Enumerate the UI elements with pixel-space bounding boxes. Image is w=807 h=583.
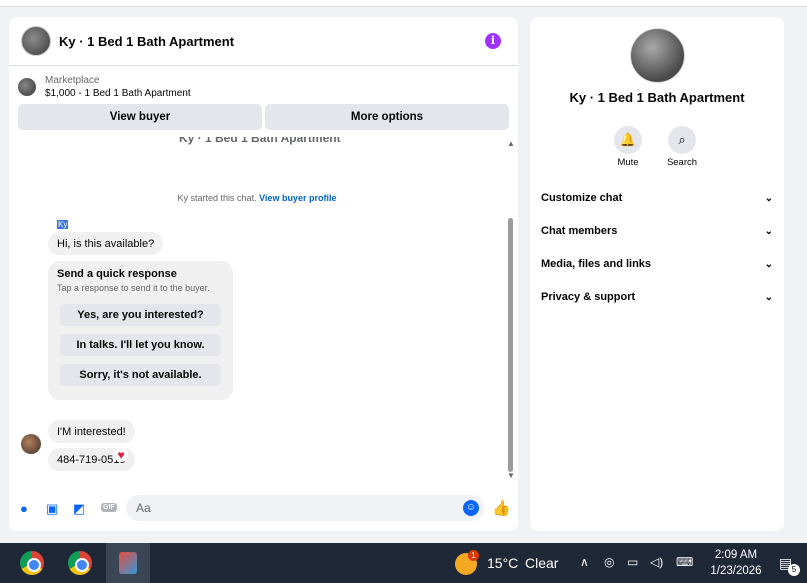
sender-avatar[interactable] <box>21 434 41 454</box>
chevron-down-icon: ⌄ <box>764 291 773 303</box>
message-scrollbar[interactable]: ▲ ▼ <box>506 139 516 480</box>
row-label: Customize chat <box>541 192 623 204</box>
scroll-thumb[interactable] <box>508 218 513 472</box>
meet-now-icon[interactable]: ◎ <box>604 555 614 569</box>
volume-icon[interactable]: ◁) <box>650 555 663 569</box>
chat-avatar[interactable] <box>21 26 51 56</box>
listing-summary[interactable]: Marketplace $1,000 - 1 Bed 1 Bath Apartm… <box>18 74 191 100</box>
message-bubble: I'M interested! <box>48 420 135 443</box>
search-label: Search <box>666 157 698 168</box>
chat-details-panel: Ky · 1 Bed 1 Bath Apartment 🔔 Mute ⌕ Sea… <box>530 17 784 531</box>
listing-thumbnail <box>18 78 36 96</box>
bell-icon: 🔔 <box>614 126 642 154</box>
row-label: Media, files and links <box>541 258 652 270</box>
taskbar-chrome-2[interactable] <box>58 543 102 583</box>
keyboard-icon[interactable]: ⌨ <box>676 555 693 569</box>
quick-response-option[interactable]: Sorry, it's not available. <box>60 364 221 386</box>
browser-top-edge <box>0 0 807 7</box>
row-label: Chat members <box>541 225 618 237</box>
media-files-links-row[interactable]: Media, files and links ⌄ <box>541 254 773 274</box>
weather-condition[interactable]: Clear <box>525 555 558 571</box>
quick-response-option[interactable]: In talks. I'll let you know. <box>60 334 221 356</box>
chat-panel: Ky · 1 Bed 1 Bath Apartment i Marketplac… <box>9 17 518 531</box>
message-bubble: Hi, is this available? <box>48 232 164 255</box>
clock-date: 1/23/2026 <box>710 565 762 577</box>
chat-members-row[interactable]: Chat members ⌄ <box>541 221 773 241</box>
sender-name: Ky <box>57 220 69 229</box>
system-message: Ky started this chat. View buyer profile <box>9 193 505 203</box>
notification-count: 5 <box>788 564 800 576</box>
details-title: Ky · 1 Bed 1 Bath Apartment <box>569 90 745 105</box>
temperature[interactable]: 15°C <box>487 555 518 571</box>
mute-label: Mute <box>617 157 639 168</box>
quick-response-title: Send a quick response <box>57 268 177 280</box>
emoji-icon[interactable]: ☺ <box>463 500 479 516</box>
listing-value: $1,000 - 1 Bed 1 Bath Apartment <box>45 88 191 99</box>
clock-time: 2:09 AM <box>714 549 758 561</box>
message-input[interactable]: Aa <box>126 495 484 521</box>
listing-label: Marketplace <box>45 75 100 86</box>
scroll-down-arrow-icon[interactable]: ▼ <box>507 471 515 480</box>
quick-response-option[interactable]: Yes, are you interested? <box>60 304 221 326</box>
app-icon <box>119 552 137 574</box>
view-buyer-button[interactable]: View buyer <box>18 104 262 130</box>
show-hidden-icons-icon[interactable]: ∧ <box>580 555 589 569</box>
quick-response-card: Send a quick response Tap a response to … <box>48 261 233 400</box>
more-options-button[interactable]: More options <box>265 104 509 130</box>
customize-chat-row[interactable]: Customize chat ⌄ <box>541 188 773 208</box>
gif-icon[interactable]: GIF <box>101 503 117 512</box>
chevron-down-icon: ⌄ <box>764 192 773 204</box>
taskbar-chrome-1[interactable] <box>10 543 54 583</box>
chevron-down-icon: ⌄ <box>764 225 773 237</box>
conversation-title-partial: Ky · 1 Bed 1 Bath Apartment <box>179 137 341 145</box>
sticker-icon[interactable]: ◩ <box>73 501 85 517</box>
row-label: Privacy & support <box>541 291 636 303</box>
chrome-icon <box>68 551 92 575</box>
taskbar-app-active[interactable] <box>106 543 150 583</box>
chat-title[interactable]: Ky · 1 Bed 1 Bath Apartment <box>59 34 234 49</box>
chat-header: Ky · 1 Bed 1 Bath Apartment i <box>9 17 518 66</box>
system-text: Ky started this chat. <box>177 193 257 203</box>
network-icon[interactable]: ▭ <box>627 555 638 569</box>
taskbar: 1 15°C Clear ∧ ◎ ▭ ◁) ⌨ 2:09 AM 1/23/202… <box>0 543 807 583</box>
view-buyer-profile-link[interactable]: View buyer profile <box>259 193 336 203</box>
chevron-down-icon: ⌄ <box>764 258 773 270</box>
photo-icon[interactable]: ▣ <box>46 501 58 517</box>
weather-badge: 1 <box>468 550 479 561</box>
scroll-up-arrow-icon[interactable]: ▲ <box>507 139 515 148</box>
like-icon[interactable]: 👍 <box>492 499 511 517</box>
heart-reaction-icon[interactable]: ♥ <box>114 448 128 462</box>
privacy-support-row[interactable]: Privacy & support ⌄ <box>541 287 773 307</box>
listing-avatar <box>630 28 685 83</box>
message-list[interactable]: Ky · 1 Bed 1 Bath Apartment Ky started t… <box>9 137 505 487</box>
quick-response-subtitle: Tap a response to send it to the buyer. <box>57 283 210 293</box>
info-icon[interactable]: i <box>485 33 501 49</box>
search-icon: ⌕ <box>668 126 696 154</box>
clock[interactable]: 2:09 AM 1/23/2026 <box>706 547 766 579</box>
search-button[interactable]: ⌕ Search <box>662 126 702 168</box>
message-composer: ● ▣ ◩ GIF Aa ☺ 👍 <box>9 494 518 524</box>
chrome-icon <box>20 551 44 575</box>
mute-button[interactable]: 🔔 Mute <box>608 126 648 168</box>
mic-icon[interactable]: ● <box>20 501 28 516</box>
